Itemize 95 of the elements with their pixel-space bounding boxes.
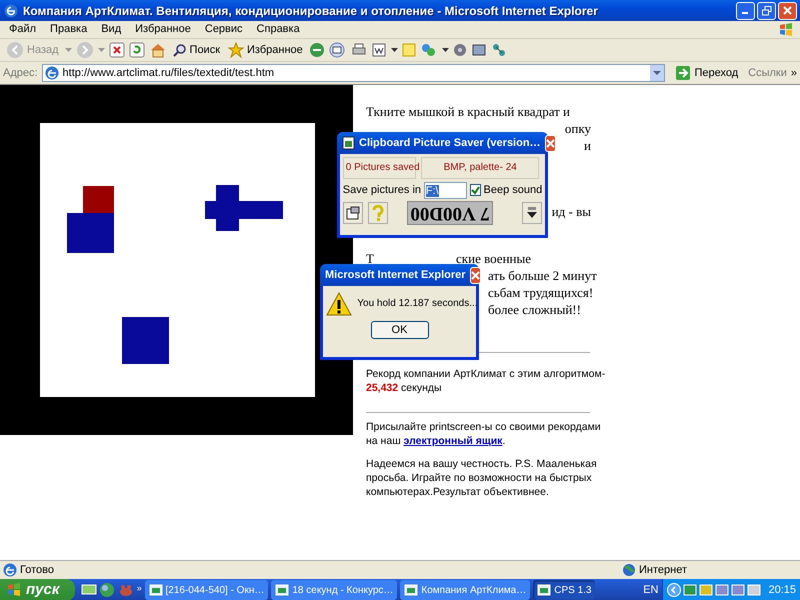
globe-icon bbox=[622, 563, 636, 577]
tray-icon[interactable] bbox=[731, 583, 746, 597]
tray-icon[interactable] bbox=[699, 583, 714, 597]
restore-icon bbox=[762, 6, 772, 16]
taskbar-button[interactable]: Компания АртКлима… bbox=[400, 580, 530, 600]
window-icon bbox=[346, 206, 360, 220]
close-button[interactable] bbox=[544, 134, 556, 152]
check-icon bbox=[470, 186, 480, 194]
windows-logo-icon bbox=[778, 22, 794, 38]
messenger-icon[interactable] bbox=[420, 42, 438, 58]
record-text: Рекорд компании АртКлимат с этим алгоритмом- 25,432 секунды bbox=[366, 367, 606, 395]
dropdown-arrow-icon bbox=[98, 48, 105, 52]
menu-button[interactable] bbox=[522, 202, 542, 224]
folder-field[interactable]: F:\ bbox=[424, 182, 468, 198]
window-icon bbox=[404, 583, 418, 597]
close-icon bbox=[783, 6, 792, 15]
menu-item[interactable]: Сервис bbox=[198, 21, 250, 38]
more-chevron[interactable]: » bbox=[790, 64, 797, 82]
links-label[interactable]: Ссылки bbox=[748, 64, 787, 82]
email-link[interactable]: электронный ящик bbox=[404, 435, 502, 447]
go-arrow-icon bbox=[675, 65, 692, 81]
article-text: ские военные bbox=[456, 250, 531, 267]
address-label: Адрес: bbox=[3, 66, 38, 81]
gear-icon[interactable] bbox=[452, 43, 467, 57]
zone-text: Интернет bbox=[639, 562, 687, 578]
page-icon bbox=[44, 66, 59, 80]
article-text: опку bbox=[564, 121, 591, 136]
favorites-button[interactable]: Избранное bbox=[226, 42, 305, 58]
article-text: более сложный!! bbox=[488, 302, 581, 317]
more-chevron[interactable]: » bbox=[136, 582, 142, 596]
window-icon bbox=[148, 583, 163, 597]
close-button[interactable] bbox=[470, 266, 481, 284]
go-button[interactable]: Переход bbox=[669, 64, 744, 82]
menu-item[interactable]: Избранное bbox=[128, 21, 198, 38]
ok-button[interactable]: OK bbox=[370, 321, 428, 339]
address-field[interactable]: http://www.artclimat.ru/files/textedit/test.htm bbox=[42, 64, 666, 82]
minimize-button[interactable] bbox=[736, 2, 755, 20]
menu-item[interactable]: Справка bbox=[250, 21, 307, 38]
mail-icon[interactable] bbox=[328, 42, 347, 58]
dropdown-arrow-icon bbox=[390, 48, 398, 52]
network-icon[interactable] bbox=[490, 42, 507, 58]
format-button[interactable]: BMP, palette- 24 bbox=[421, 156, 540, 179]
counter-display: 7 V00D00 bbox=[406, 201, 493, 226]
beep-checkbox[interactable] bbox=[470, 184, 481, 196]
beep-label: Beep sound bbox=[484, 182, 542, 198]
stop-icon[interactable] bbox=[108, 42, 125, 58]
restore-button[interactable] bbox=[757, 2, 776, 20]
tray-icon[interactable] bbox=[683, 583, 698, 597]
article-text: ать больше 2 минут bbox=[488, 268, 597, 283]
language-indicator[interactable]: EN bbox=[643, 582, 658, 598]
app-icon bbox=[342, 136, 355, 150]
article-text: сьбам трудящихся! bbox=[488, 285, 594, 300]
chevron-icon[interactable] bbox=[667, 583, 682, 597]
dropdown-arrow-icon bbox=[64, 48, 72, 52]
star-icon bbox=[228, 42, 244, 58]
menu-arrow-icon bbox=[526, 207, 538, 220]
contact-text: Присылайте printscreen-ы со своими рекордами на наш электронный ящик. bbox=[366, 420, 602, 448]
clock: 20:15 bbox=[768, 582, 796, 598]
warning-icon bbox=[326, 292, 352, 316]
tray-icon[interactable] bbox=[747, 583, 762, 597]
article-text: Ткните мышкой в красный квадрат и bbox=[366, 103, 572, 120]
close-icon bbox=[470, 270, 480, 280]
window-icon bbox=[275, 583, 290, 597]
edit-document-icon[interactable] bbox=[370, 42, 387, 58]
menu-item[interactable]: Вид bbox=[94, 21, 128, 38]
menu-item[interactable]: Файл bbox=[2, 21, 44, 38]
article-text: ид - вы bbox=[552, 204, 591, 219]
tray-icon[interactable] bbox=[715, 583, 730, 597]
question-mark-icon bbox=[372, 205, 384, 222]
taskbar-button[interactable]: [216-044-540] - Окн… bbox=[144, 580, 268, 600]
folder-label: Save pictures in bbox=[342, 182, 422, 198]
properties-button[interactable] bbox=[342, 202, 363, 224]
close-icon bbox=[546, 138, 555, 148]
globe-icon[interactable] bbox=[99, 582, 116, 598]
page-icon bbox=[3, 563, 17, 577]
window-icon bbox=[537, 583, 552, 597]
window-title: Компания АртКлимат. Вентиляция, кондиционирование и отопление - Microsoft Internet Explorer bbox=[22, 2, 599, 20]
search-icon bbox=[172, 43, 187, 57]
dropdown-arrow-icon bbox=[442, 48, 449, 52]
article-text: Т bbox=[366, 250, 374, 267]
dialog-title: Microsoft Internet Explorer bbox=[325, 268, 466, 283]
home-icon[interactable] bbox=[148, 42, 167, 58]
search-button[interactable]: Поиск bbox=[170, 42, 222, 58]
status-text: Готово bbox=[20, 562, 54, 578]
dialog-title: Clipboard Picture Saver (version… bbox=[359, 136, 541, 151]
note-text: Надеемся на вашу честность. P.S. Мааленькая просьба. Играйте по возможности на быстрых компьютерах.Результат объективнее. bbox=[366, 457, 598, 499]
menu-item[interactable]: Правка bbox=[43, 21, 94, 38]
taskbar-button[interactable]: 18 секунд - Конкурс… bbox=[271, 580, 398, 600]
start-button[interactable]: пуск bbox=[0, 579, 75, 600]
taskbar-button[interactable]: CPS 1.3 bbox=[533, 580, 596, 600]
article-text: и bbox=[584, 138, 591, 153]
windows-logo-icon bbox=[6, 582, 22, 598]
refresh-icon[interactable] bbox=[128, 42, 145, 58]
ie-icon bbox=[3, 2, 19, 18]
close-button[interactable] bbox=[778, 2, 797, 20]
